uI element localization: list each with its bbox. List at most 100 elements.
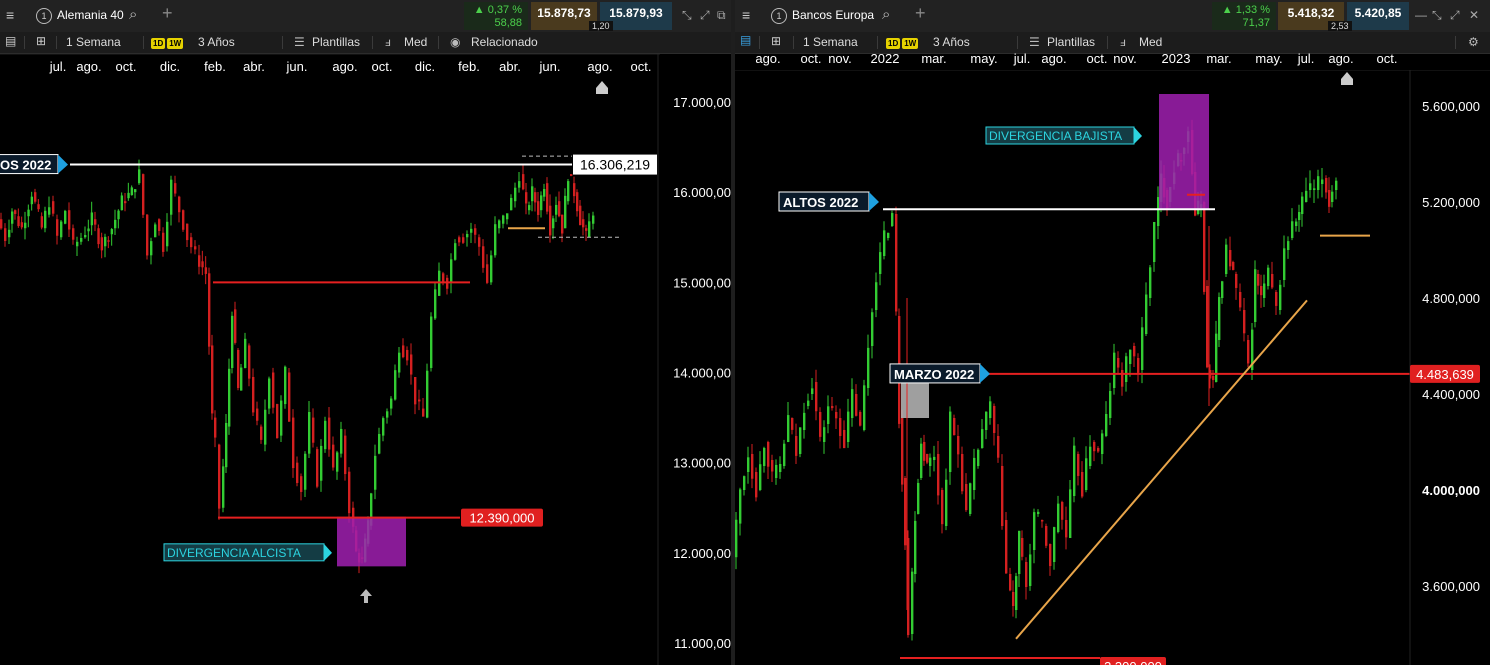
candle-body bbox=[819, 412, 822, 437]
candle-body bbox=[985, 411, 988, 430]
candle-body bbox=[1313, 188, 1316, 190]
candle-body bbox=[543, 189, 546, 197]
altos-2022-label-text: ALTOS 2022 bbox=[783, 195, 858, 210]
candle-body bbox=[470, 228, 473, 233]
candle-body bbox=[30, 196, 34, 205]
candle-body bbox=[779, 464, 782, 472]
candle-body bbox=[901, 418, 904, 485]
candle-body bbox=[304, 453, 307, 490]
candle-body bbox=[552, 218, 555, 229]
candle-body bbox=[871, 312, 874, 346]
chart-panel-left: ≡ 1 Alemania 40 ⌕ + ▲ 0,37 % 58,88 15.87… bbox=[0, 0, 731, 665]
candle-body bbox=[264, 409, 267, 445]
x-tick-label: dic. bbox=[415, 59, 435, 74]
candle-body bbox=[422, 408, 425, 417]
candle-body bbox=[1089, 446, 1092, 466]
altos-2022-label-arrow bbox=[869, 192, 879, 211]
candle-body bbox=[558, 201, 561, 217]
candle-body bbox=[570, 174, 573, 176]
candle-body bbox=[76, 241, 79, 247]
candle-body bbox=[490, 255, 493, 283]
candle-body bbox=[240, 367, 243, 391]
candle-body bbox=[743, 476, 746, 490]
candle-body bbox=[579, 205, 582, 226]
candle-body bbox=[166, 221, 169, 247]
x-tick-label: nov. bbox=[828, 51, 852, 66]
candle-body bbox=[14, 210, 17, 214]
candle-body bbox=[1129, 349, 1132, 364]
candle-body bbox=[84, 235, 87, 238]
candle-body bbox=[807, 400, 810, 406]
candle-body bbox=[252, 377, 255, 413]
candle-body bbox=[795, 436, 798, 456]
candle-body bbox=[1005, 520, 1008, 574]
x-tick-label: jun. bbox=[539, 59, 561, 74]
marzo-price-tag-text: 4.483,639 bbox=[1416, 367, 1474, 382]
candle-body bbox=[231, 315, 234, 368]
candle-body bbox=[104, 236, 107, 247]
candle-body bbox=[973, 457, 976, 490]
y-tick-label: 14.000,00 bbox=[673, 366, 731, 381]
x-tick-label: oct. bbox=[801, 51, 822, 66]
x-tick-label: mar. bbox=[1206, 51, 1231, 66]
candle-body bbox=[211, 345, 214, 414]
x-tick-label: may. bbox=[970, 51, 997, 66]
x-tick-label: nov. bbox=[1113, 51, 1137, 66]
chart-left-svg[interactable]: jul. ago. oct. dic. feb. abr. jun. ago. oct. dic.… bbox=[0, 0, 731, 665]
candle-body bbox=[1260, 286, 1263, 296]
candle-body bbox=[1335, 180, 1338, 190]
candle-body bbox=[1239, 292, 1242, 308]
candle-body bbox=[17, 216, 20, 227]
candle-body bbox=[478, 237, 481, 247]
candle-body bbox=[94, 219, 97, 225]
candle-body bbox=[374, 455, 377, 490]
y-tick-label: 15.000,00 bbox=[673, 275, 731, 290]
candle-body bbox=[1077, 454, 1080, 476]
candle-body bbox=[107, 240, 110, 242]
candle-body bbox=[1141, 327, 1144, 370]
y-tick-label: 4.000,000 bbox=[1422, 483, 1480, 498]
candle-body bbox=[225, 422, 228, 468]
candle-body bbox=[1097, 448, 1100, 452]
candle-body bbox=[130, 187, 134, 196]
candle-body bbox=[237, 349, 240, 388]
candle-body bbox=[72, 228, 75, 240]
candle-body bbox=[592, 215, 595, 224]
candle-body bbox=[525, 192, 528, 204]
candle-body bbox=[1137, 358, 1140, 373]
chart-right-svg[interactable]: ago. oct. nov. 2022 mar. may. jul. ago. oct. nov.… bbox=[735, 0, 1490, 665]
candle-body bbox=[941, 490, 944, 525]
candle-body bbox=[138, 169, 141, 184]
divergencia-bajista-label-arrow bbox=[1134, 127, 1142, 144]
candle-body bbox=[567, 181, 570, 202]
candle-body bbox=[1203, 202, 1206, 292]
candle-body bbox=[300, 476, 303, 492]
candle-body bbox=[256, 408, 259, 421]
candle-body bbox=[348, 471, 351, 514]
divergencia-bajista-label-text: DIVERGENCIA BAJISTA bbox=[989, 129, 1122, 143]
candle-body bbox=[1212, 376, 1215, 381]
x-tick-label: abr. bbox=[499, 59, 521, 74]
candle-body bbox=[332, 444, 335, 468]
x-tick-label: oct. bbox=[116, 59, 137, 74]
x-tick-label: oct. bbox=[1087, 51, 1108, 66]
candle-body bbox=[914, 520, 917, 574]
divergencia-alcista-label-text: DIVERGENCIA ALCISTA bbox=[167, 546, 301, 560]
candle-body bbox=[466, 234, 469, 238]
candle-body bbox=[24, 222, 27, 229]
candle-body bbox=[1009, 574, 1012, 591]
candle-body bbox=[1045, 526, 1048, 546]
candle-body bbox=[272, 372, 275, 408]
y-tick-label: 13.000,00 bbox=[673, 456, 731, 471]
candle-body bbox=[1221, 281, 1224, 298]
candle-body bbox=[386, 411, 389, 418]
axis-divider bbox=[0, 54, 660, 55]
candle-body bbox=[44, 210, 47, 229]
y-tick-label: 16.000,00 bbox=[673, 185, 731, 200]
candle-body bbox=[442, 273, 445, 282]
candle-body bbox=[426, 370, 429, 418]
candle-body bbox=[506, 213, 509, 220]
x-tick-label: may. bbox=[1255, 51, 1282, 66]
candle-body bbox=[494, 224, 497, 256]
axis-divider bbox=[735, 70, 1490, 71]
